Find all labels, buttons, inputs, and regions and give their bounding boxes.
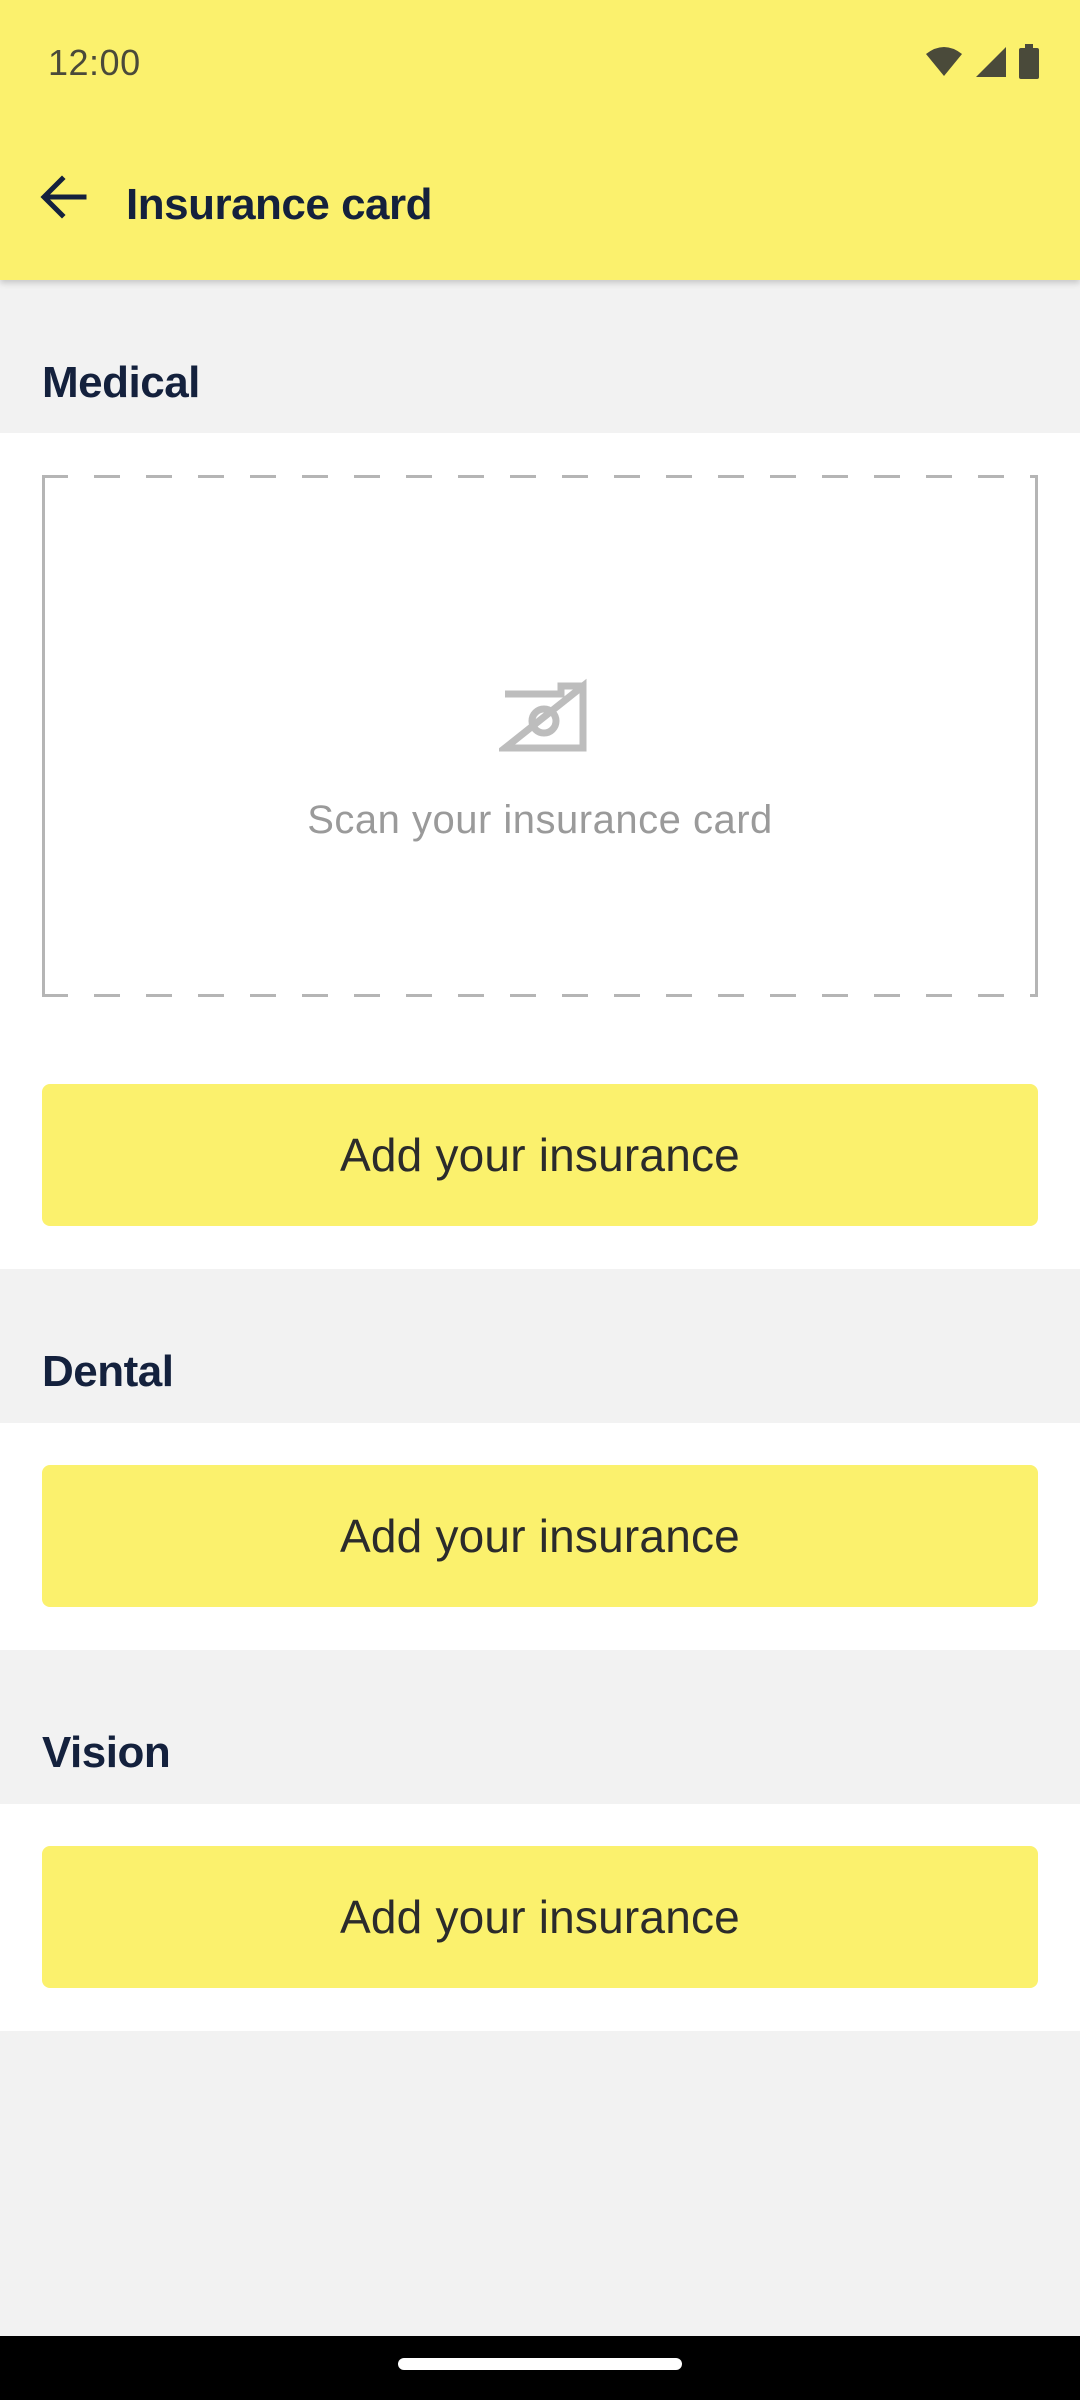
back-button[interactable] bbox=[32, 165, 96, 229]
add-vision-insurance-button[interactable]: Add your insurance bbox=[42, 1846, 1038, 1988]
status-time: 12:00 bbox=[48, 42, 141, 83]
section-body-dental: Add your insurance bbox=[0, 1423, 1080, 1650]
status-icons bbox=[924, 44, 1040, 80]
signal-icon bbox=[974, 45, 1008, 79]
arrow-left-icon bbox=[40, 175, 87, 219]
section-title-vision: Vision bbox=[42, 1728, 171, 1777]
scan-card-text: Scan your insurance card bbox=[307, 798, 773, 842]
section-header-vision: Vision bbox=[0, 1650, 1080, 1804]
home-gesture-handle[interactable] bbox=[398, 2358, 682, 2370]
section-body-vision: Add your insurance bbox=[0, 1804, 1080, 2031]
wifi-icon bbox=[924, 46, 964, 78]
camera-icon bbox=[499, 678, 587, 752]
scan-card-area[interactable]: Scan your insurance card bbox=[42, 475, 1038, 997]
app-bar: 12:00 Insurance card bbox=[0, 0, 1080, 280]
section-header-medical: Medical bbox=[0, 280, 1080, 433]
section-header-dental: Dental bbox=[0, 1269, 1080, 1423]
battery-icon bbox=[1018, 44, 1040, 80]
section-title-medical: Medical bbox=[42, 358, 200, 407]
section-body-medical: Scan your insurance card Add your insura… bbox=[0, 433, 1080, 1269]
system-nav-bar bbox=[0, 2336, 1080, 2400]
add-dental-insurance-button[interactable]: Add your insurance bbox=[42, 1465, 1038, 1607]
section-title-dental: Dental bbox=[42, 1347, 174, 1396]
page-title: Insurance card bbox=[126, 180, 433, 229]
add-medical-insurance-button[interactable]: Add your insurance bbox=[42, 1084, 1038, 1226]
